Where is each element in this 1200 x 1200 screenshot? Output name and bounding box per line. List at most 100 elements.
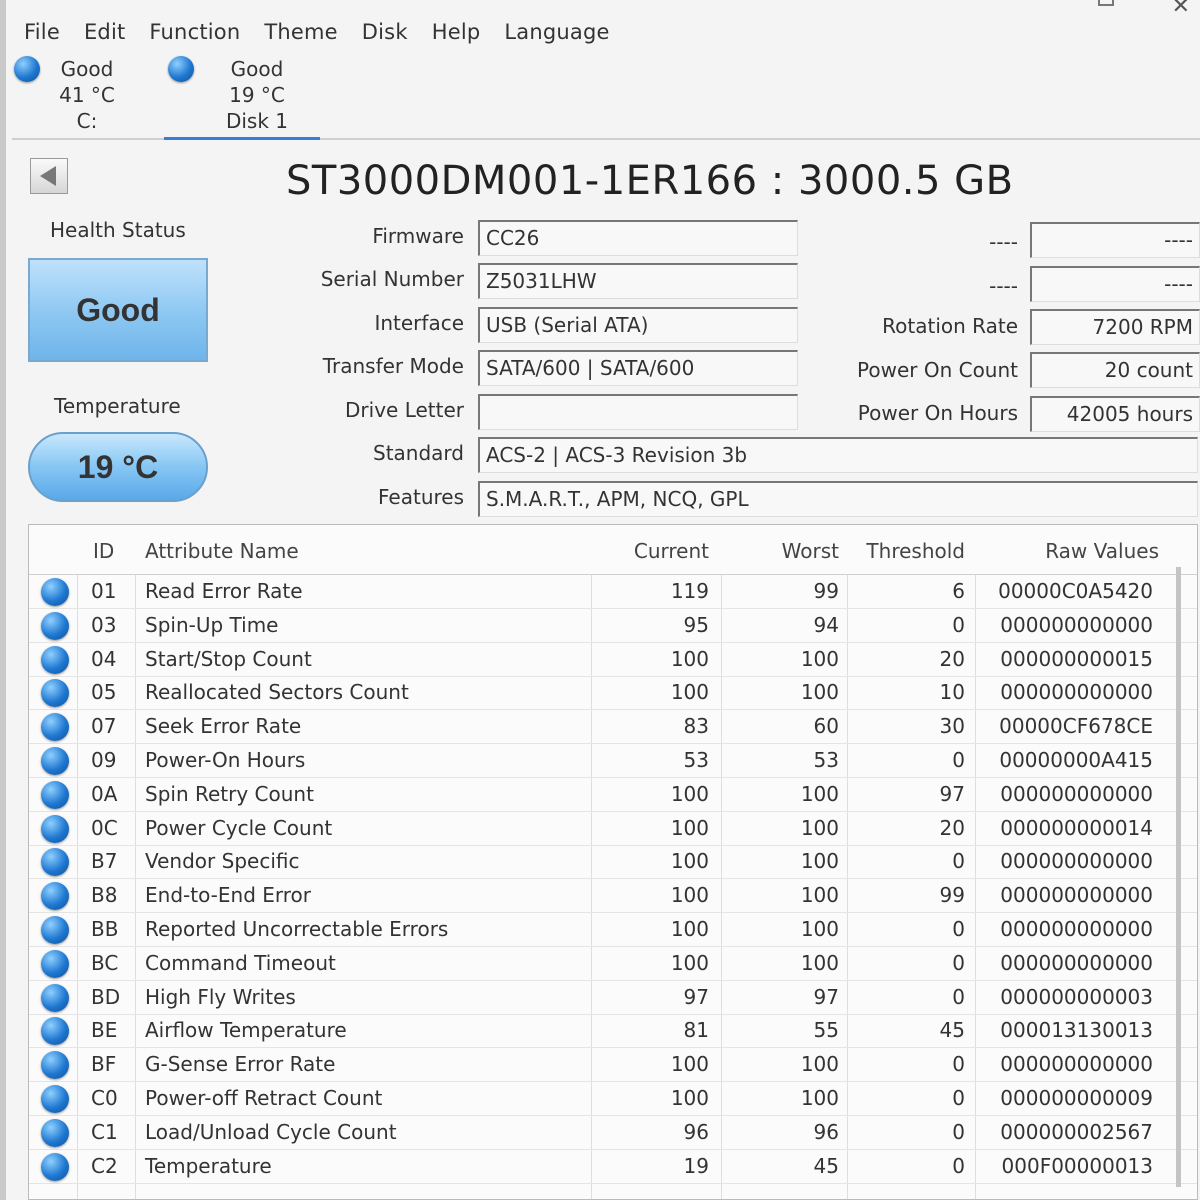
menu-edit[interactable]: Edit bbox=[72, 20, 137, 44]
disk-tab-temp: 19 °C bbox=[229, 83, 285, 107]
cell-attribute-name: Reported Uncorrectable Errors bbox=[145, 917, 449, 941]
cell-worst: 100 bbox=[800, 950, 839, 975]
header-id[interactable]: ID bbox=[93, 539, 114, 563]
table-row[interactable]: 0C Power Cycle Count 100 100 20 000000000014 bbox=[29, 812, 1197, 846]
menu-function[interactable]: Function bbox=[137, 20, 252, 44]
cell-worst: 100 bbox=[800, 883, 839, 908]
menu-file[interactable]: File bbox=[12, 20, 72, 44]
table-row[interactable]: B8 End-to-End Error 100 100 99 000000000000 bbox=[29, 879, 1197, 914]
cell-id: 01 bbox=[91, 579, 117, 603]
cell-worst: 100 bbox=[800, 781, 839, 806]
cell-threshold: 0 bbox=[952, 1086, 965, 1110]
smart-attributes-table[interactable]: ID Attribute Name Current Worst Threshol… bbox=[28, 524, 1198, 1200]
header-threshold[interactable]: Threshold bbox=[866, 539, 965, 563]
vertical-scrollbar[interactable] bbox=[1176, 567, 1181, 1187]
features-field: S.M.A.R.T., APM, NCQ, GPL bbox=[478, 481, 1198, 517]
cell-id: C1 bbox=[91, 1119, 118, 1144]
header-raw-values[interactable]: Raw Values bbox=[1045, 539, 1159, 563]
table-row[interactable]: 04 Start/Stop Count 100 100 20 000000000015 bbox=[29, 643, 1197, 677]
transfer-mode-field: SATA/600 | SATA/600 bbox=[478, 350, 798, 386]
cell-current: 83 bbox=[683, 714, 709, 739]
cell-raw-value: 000000000000 bbox=[1000, 950, 1153, 975]
cell-worst: 97 bbox=[813, 984, 839, 1009]
menu-help[interactable]: Help bbox=[420, 20, 493, 44]
cell-attribute-name: Temperature bbox=[145, 1153, 272, 1178]
table-row[interactable]: 03 Spin-Up Time 95 94 0 000000000000 bbox=[29, 609, 1197, 643]
table-row[interactable]: BB Reported Uncorrectable Errors 100 100 0 00… bbox=[29, 913, 1197, 947]
cell-raw-value: 000000002567 bbox=[1000, 1119, 1153, 1144]
status-good-icon bbox=[41, 780, 69, 809]
status-good-icon bbox=[41, 679, 69, 708]
table-row[interactable]: BD High Fly Writes 97 97 0 000000000003 bbox=[29, 981, 1197, 1015]
temperature-badge[interactable]: 19 °C bbox=[28, 432, 208, 502]
table-row[interactable]: 05 Reallocated Sectors Count 100 100 10 00000… bbox=[29, 676, 1197, 711]
cell-raw-value: 000000000009 bbox=[1000, 1086, 1153, 1110]
table-row[interactable]: 01 Read Error Rate 119 99 6 00000C0A5420 bbox=[29, 575, 1197, 609]
menu-bar: File Edit Function Theme Disk Help Langu… bbox=[12, 12, 1200, 52]
table-row[interactable]: 09 Power-On Hours 53 53 0 00000000A415 bbox=[29, 744, 1197, 778]
cell-id: 05 bbox=[91, 680, 117, 705]
cell-attribute-name: Seek Error Rate bbox=[145, 714, 302, 739]
status-good-icon bbox=[14, 56, 40, 82]
power-on-hours-label: Power On Hours bbox=[857, 401, 1018, 425]
temperature-label: Temperature bbox=[54, 394, 181, 418]
status-good-icon bbox=[41, 949, 69, 978]
cell-current: 100 bbox=[670, 680, 709, 705]
cell-raw-value: 000000000000 bbox=[1000, 883, 1153, 908]
table-row[interactable]: BC Command Timeout 100 100 0 000000000000 bbox=[29, 947, 1197, 981]
table-row[interactable]: BF G-Sense Error Rate 100 100 0 000000000000 bbox=[29, 1048, 1197, 1083]
firmware-label: Firmware bbox=[372, 224, 464, 248]
rotation-rate-field: 7200 RPM bbox=[1030, 309, 1200, 345]
cell-id: BE bbox=[91, 1018, 118, 1043]
cell-id: BB bbox=[91, 917, 119, 941]
cell-threshold: 0 bbox=[952, 748, 965, 772]
disk-tab-c[interactable]: Good 41 °C C: bbox=[12, 52, 162, 140]
cell-current: 100 bbox=[670, 1086, 709, 1110]
blank-label-1: ---- bbox=[989, 230, 1018, 254]
menu-language[interactable]: Language bbox=[492, 20, 621, 44]
cell-worst: 94 bbox=[813, 612, 839, 637]
header-attribute-name[interactable]: Attribute Name bbox=[145, 539, 299, 563]
table-row[interactable]: 0A Spin Retry Count 100 100 97 000000000000 bbox=[29, 778, 1197, 812]
status-good-icon bbox=[41, 1118, 69, 1147]
serial-number-label: Serial Number bbox=[320, 267, 464, 291]
disk-tab-name: C: bbox=[76, 109, 98, 133]
cell-worst: 100 bbox=[800, 646, 839, 671]
cell-current: 119 bbox=[670, 579, 709, 603]
cell-worst: 96 bbox=[813, 1119, 839, 1144]
cell-attribute-name: Power-off Retract Count bbox=[145, 1086, 383, 1110]
status-good-icon bbox=[168, 56, 194, 82]
cell-attribute-name: End-to-End Error bbox=[145, 883, 312, 908]
cell-id: 03 bbox=[91, 612, 117, 637]
cell-id: BC bbox=[91, 950, 119, 975]
menu-disk[interactable]: Disk bbox=[350, 20, 420, 44]
cell-raw-value: 000F00000013 bbox=[1001, 1153, 1153, 1178]
disk-tab-disk1[interactable]: Good 19 °C Disk 1 bbox=[164, 52, 320, 140]
table-row[interactable]: C0 Power-off Retract Count 100 100 0 00000000… bbox=[29, 1082, 1197, 1116]
maximize-icon[interactable] bbox=[1098, 0, 1114, 6]
cell-attribute-name: Spin Retry Count bbox=[145, 781, 314, 806]
status-good-icon bbox=[41, 578, 69, 606]
previous-disk-button[interactable] bbox=[30, 158, 68, 194]
table-row[interactable]: B7 Vendor Specific 100 100 0 000000000000 bbox=[29, 845, 1197, 880]
cell-worst: 45 bbox=[813, 1153, 839, 1178]
table-row[interactable]: BE Airflow Temperature 81 55 45 000013130013 bbox=[29, 1014, 1197, 1049]
cell-raw-value: 00000000A415 bbox=[999, 748, 1153, 772]
power-on-hours-field: 42005 hours bbox=[1030, 396, 1200, 432]
cell-id: 07 bbox=[91, 714, 117, 739]
cell-id: 0A bbox=[91, 781, 118, 806]
table-row[interactable]: C1 Load/Unload Cycle Count 96 96 0 0000000025… bbox=[29, 1116, 1197, 1150]
menu-theme[interactable]: Theme bbox=[252, 20, 349, 44]
cell-threshold: 20 bbox=[939, 646, 965, 671]
health-status-badge[interactable]: Good bbox=[28, 258, 208, 362]
disk-tabs: Good 41 °C C: Good 19 °C Disk 1 bbox=[12, 52, 1200, 140]
table-row[interactable]: C2 Temperature 19 45 0 000F00000013 bbox=[29, 1150, 1197, 1184]
cell-attribute-name: Vendor Specific bbox=[145, 849, 300, 874]
header-current[interactable]: Current bbox=[634, 539, 709, 563]
header-worst[interactable]: Worst bbox=[782, 539, 839, 563]
cell-threshold: 0 bbox=[952, 950, 965, 975]
rotation-rate-label: Rotation Rate bbox=[882, 314, 1018, 338]
table-row[interactable]: 07 Seek Error Rate 83 60 30 00000CF678CE bbox=[29, 710, 1197, 745]
cell-raw-value: 000000000000 bbox=[1000, 917, 1153, 941]
power-on-count-label: Power On Count bbox=[857, 358, 1018, 382]
